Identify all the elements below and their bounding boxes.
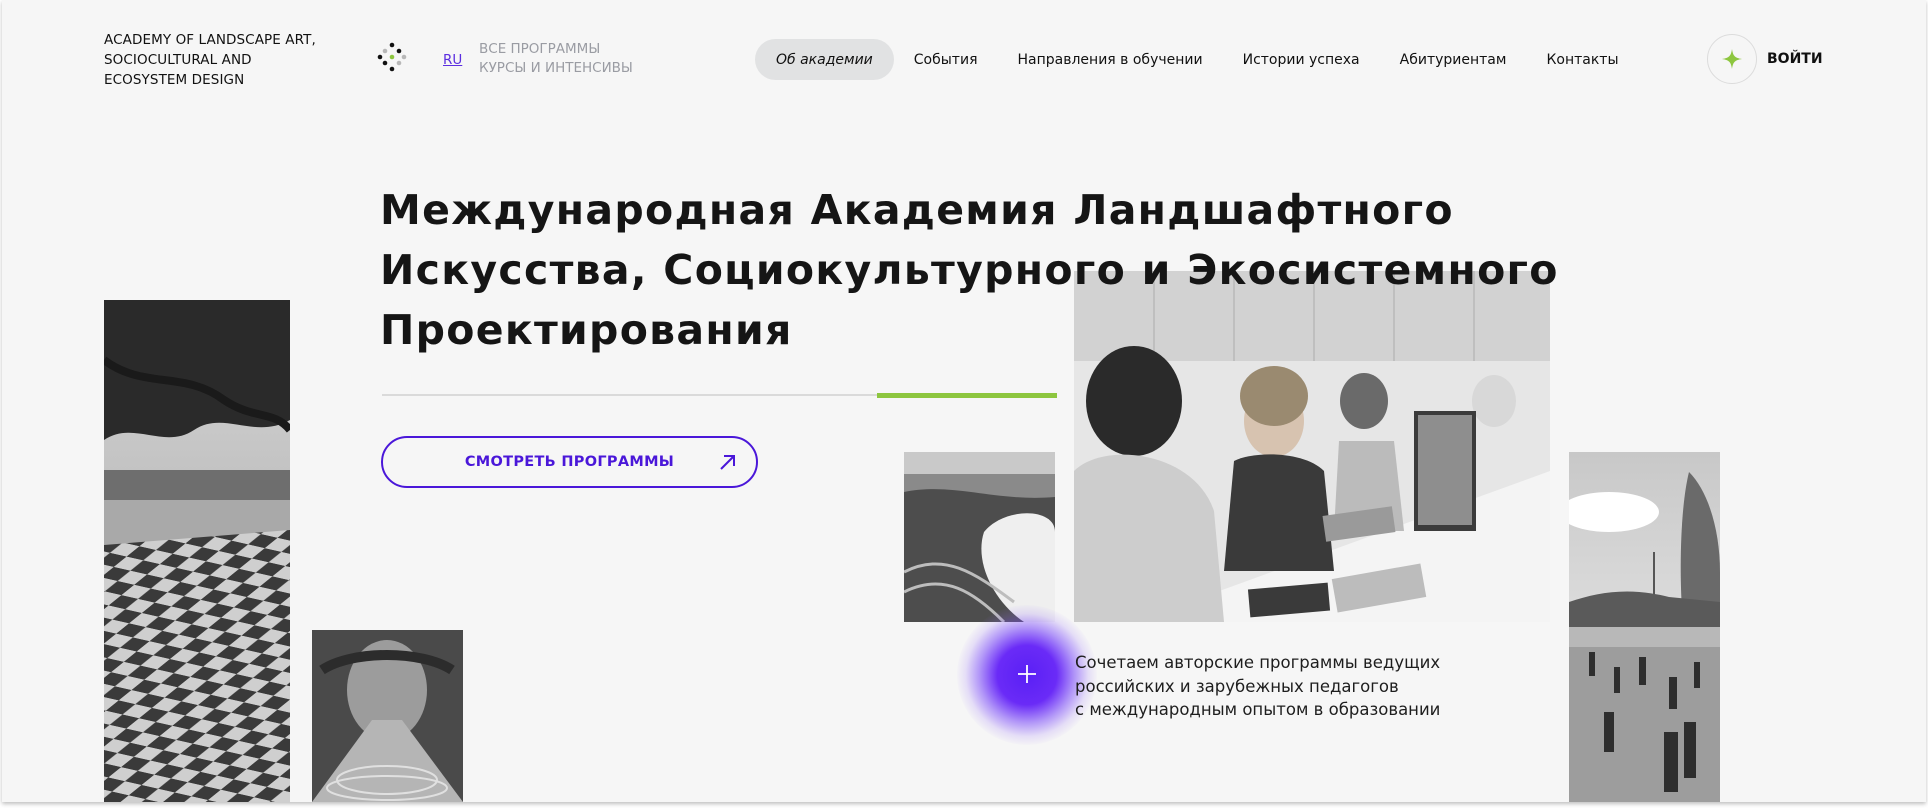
nav-item-events[interactable]: События (894, 39, 998, 80)
brand-line: ECOSYSTEM DESIGN (104, 72, 245, 88)
dots-logo-icon[interactable] (377, 42, 407, 72)
caption-line: с международным опытом в образовании (1075, 700, 1441, 719)
nav-item-directions[interactable]: Направления в обучении (998, 39, 1223, 80)
sparkle-star-icon (1722, 49, 1742, 69)
hero-caption: Сочетаем авторские программы ведущих рос… (1075, 651, 1440, 722)
plus-icon (1018, 665, 1036, 683)
title-line: Искусства, Социокультурного и Экосистемн… (380, 246, 1559, 294)
view-programs-label: СМОТРЕТЬ ПРОГРАММЫ (464, 454, 675, 470)
language-switch[interactable]: RU (443, 52, 462, 68)
nav-item-success-stories[interactable]: Истории успеха (1223, 39, 1380, 80)
page: ACADEMY OF LANDSCAPE ART, SOCIOCULTURAL … (2, 0, 1926, 802)
caption-line: Сочетаем авторские программы ведущих (1075, 653, 1441, 672)
brand-line: SOCIOCULTURAL AND (104, 52, 252, 68)
photo-landscape-curves (904, 452, 1055, 622)
title-line: Международная Академия Ландшафтного (380, 186, 1454, 234)
arrow-up-right-icon (720, 455, 735, 470)
brand-line: ACADEMY OF LANDSCAPE ART, (104, 32, 316, 48)
login-button[interactable] (1707, 34, 1757, 84)
all-programs-line: ВСЕ ПРОГРАММЫ (479, 41, 601, 57)
nav-item-applicants[interactable]: Абитуриентам (1380, 39, 1527, 80)
photo-park-people (1569, 452, 1720, 802)
title-line: Проектирования (380, 306, 793, 354)
nav-item-about[interactable]: Об академии (755, 39, 894, 80)
all-programs-line: КУРСЫ И ИНТЕНСИВЫ (479, 60, 633, 76)
login-label[interactable]: ВОЙТИ (1767, 51, 1823, 67)
divider-green-accent (877, 393, 1057, 398)
divider-grey (382, 394, 877, 396)
photo-checkerboard-garden (104, 300, 290, 802)
brand-logo-text[interactable]: ACADEMY OF LANDSCAPE ART, SOCIOCULTURAL … (104, 30, 316, 90)
all-programs-link[interactable]: ВСЕ ПРОГРАММЫ КУРСЫ И ИНТЕНСИВЫ (479, 40, 633, 78)
main-nav: Об академии События Направления в обучен… (755, 39, 1639, 80)
caption-line: российских и зарубежных педагогов (1075, 676, 1399, 696)
photo-tree-tunnel (312, 630, 463, 802)
view-programs-button[interactable]: СМОТРЕТЬ ПРОГРАММЫ (381, 436, 758, 488)
page-title: Международная Академия Ландшафтного Иску… (380, 180, 1560, 360)
nav-item-contacts[interactable]: Контакты (1526, 39, 1638, 80)
